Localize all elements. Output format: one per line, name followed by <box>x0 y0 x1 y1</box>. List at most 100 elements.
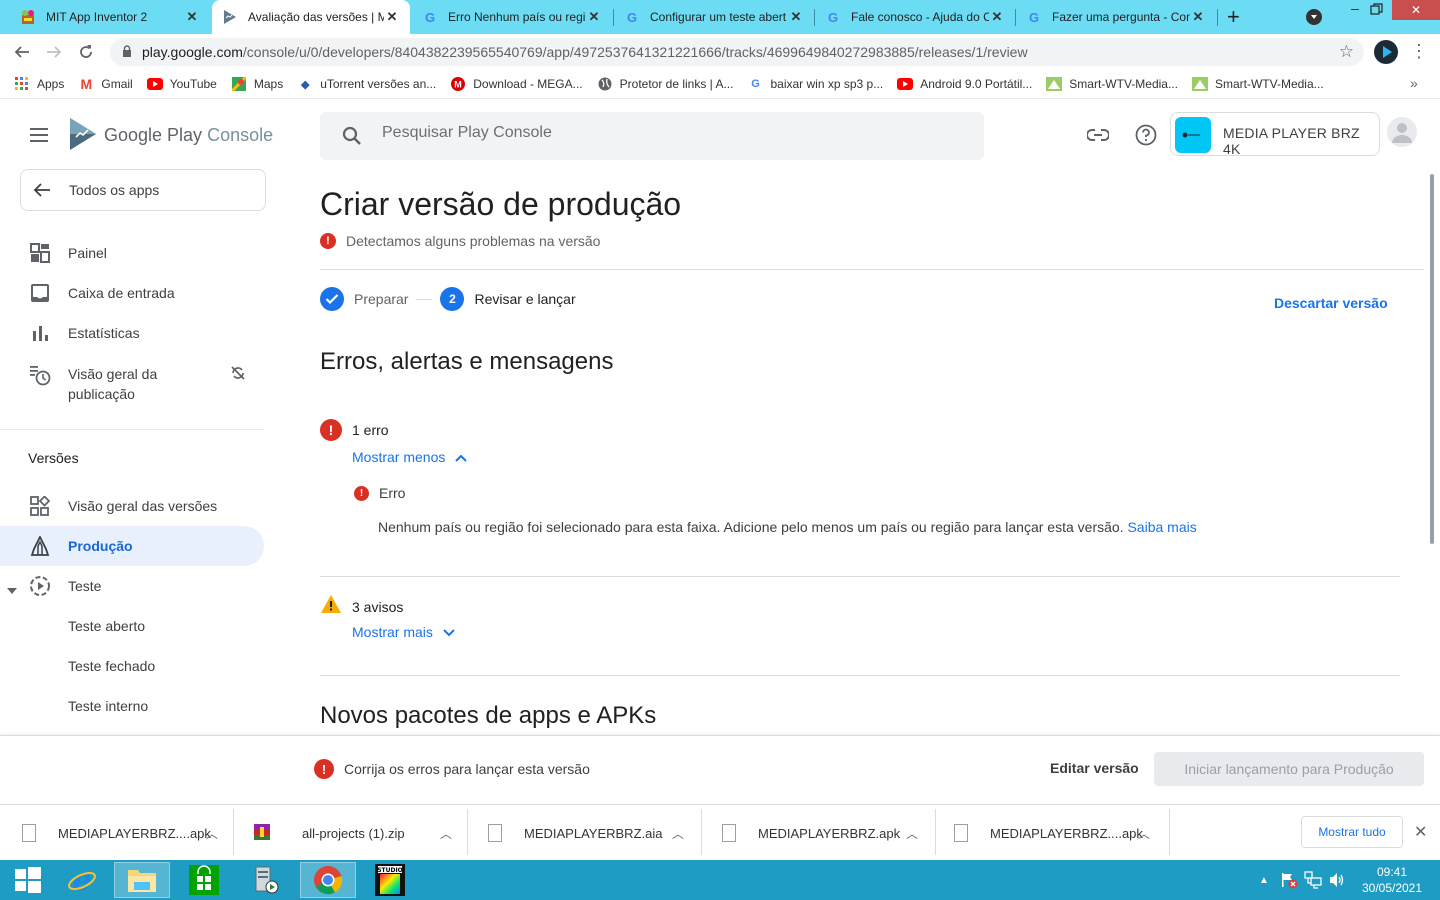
bookmark-gmail[interactable]: M Gmail <box>78 76 133 92</box>
caret-down-icon[interactable] <box>7 581 17 597</box>
chevron-up-icon[interactable]: ︿ <box>1138 825 1150 842</box>
problem-notice: ! Detectamos alguns problemas na versão <box>320 233 600 249</box>
sidebar-item-inbox[interactable]: Caixa de entrada <box>0 273 264 313</box>
download-item[interactable]: MEDIAPLAYERBRZ.aia ︿ <box>468 805 702 861</box>
close-tab-icon[interactable]: ✕ <box>788 9 804 25</box>
sidebar-item-testing[interactable]: Teste <box>0 566 264 606</box>
sidebar-item-open-testing[interactable]: Teste aberto <box>0 606 264 646</box>
bookmark-mega[interactable]: M Download - MEGA... <box>450 76 583 92</box>
winrar-icon <box>254 823 270 843</box>
edit-release-button[interactable]: Editar versão <box>1050 760 1139 776</box>
download-item[interactable]: all-projects (1).zip ︿ <box>234 805 468 861</box>
bookmark-youtube[interactable]: YouTube <box>146 76 217 92</box>
page-scrollbar[interactable] <box>1430 174 1434 544</box>
close-tab-icon[interactable]: ✕ <box>989 9 1005 25</box>
close-downloads-icon[interactable]: ✕ <box>1414 822 1427 842</box>
bookmark-star-icon[interactable]: ☆ <box>1339 42 1354 62</box>
sidebar-item-publishing-overview[interactable]: Visão geral da publicação <box>0 353 264 413</box>
bookmark-label: baixar win xp sp3 p... <box>770 77 884 91</box>
close-tab-icon[interactable]: ✕ <box>586 9 602 25</box>
browser-tab[interactable]: G Configurar um teste abert ✕ <box>614 0 814 34</box>
learn-more-link[interactable]: Saiba mais <box>1127 519 1196 535</box>
sidebar-item-dashboard[interactable]: Painel <box>0 233 264 273</box>
back-button[interactable] <box>11 41 33 63</box>
bookmark-utorrent[interactable]: ◆ uTorrent versões an... <box>297 76 436 92</box>
download-item[interactable]: MEDIAPLAYERBRZ.apk ︿ <box>702 805 936 861</box>
bookmark-android[interactable]: Android 9.0 Portátil... <box>897 76 1032 92</box>
browser-tab[interactable]: G Fazer uma pergunta - Con ✕ <box>1016 0 1216 34</box>
download-item[interactable]: MEDIAPLAYERBRZ....apk ︿ <box>936 805 1170 861</box>
bookmark-baixar[interactable]: G baixar win xp sp3 p... <box>747 76 883 92</box>
download-separator <box>1169 809 1170 855</box>
reload-button[interactable] <box>75 41 97 63</box>
bookmark-maps[interactable]: Maps <box>231 76 283 92</box>
chrome-taskbar-icon[interactable] <box>300 862 356 898</box>
new-tab-button[interactable]: + <box>1227 4 1240 30</box>
forward-button[interactable] <box>43 41 65 63</box>
windows-start-icon[interactable] <box>0 862 56 898</box>
download-item[interactable]: MEDIAPLAYERBRZ....apk ︿ <box>0 805 234 861</box>
close-tab-icon[interactable]: ✕ <box>184 9 200 25</box>
sidebar-item-statistics[interactable]: Estatísticas <box>0 313 264 353</box>
tab-separator <box>1217 9 1218 26</box>
dashboard-icon <box>28 241 52 265</box>
file-explorer-icon[interactable] <box>114 862 170 898</box>
error-message: Nenhum país ou região foi selecionado pa… <box>378 519 1197 535</box>
step-number-badge: 2 <box>440 287 465 311</box>
bookmark-protetor[interactable]: Protetor de links | A... <box>597 76 733 92</box>
sidebar-item-closed-testing[interactable]: Teste fechado <box>0 646 264 686</box>
video-studio-icon[interactable]: STUDIO <box>362 862 418 898</box>
minimize-window-button[interactable]: ‒ <box>1340 0 1370 20</box>
step-prepare-label: Preparar <box>354 291 409 307</box>
sidebar-item-label: Produção <box>68 538 133 554</box>
all-apps-button[interactable]: Todos os apps <box>20 169 266 211</box>
action-center-flag-icon[interactable] <box>1280 871 1298 894</box>
network-icon[interactable] <box>1304 871 1322 894</box>
close-window-button[interactable]: ✕ <box>1392 0 1440 20</box>
chevron-up-icon[interactable]: ︿ <box>440 825 452 842</box>
address-bar[interactable]: play.google.com/console/u/0/developers/8… <box>110 38 1364 66</box>
server-media-icon[interactable] <box>238 862 294 898</box>
extension-play-icon[interactable] <box>1374 40 1398 64</box>
bookmark-smart-wtv[interactable]: Smart-WTV-Media... <box>1046 76 1178 92</box>
show-all-downloads-button[interactable]: Mostrar tudo <box>1301 816 1403 848</box>
bookmark-smart-wtv[interactable]: Smart-WTV-Media... <box>1191 76 1324 92</box>
taskbar-clock[interactable]: 09:41 30/05/2021 <box>1356 864 1428 896</box>
chevron-up-icon[interactable]: ︿ <box>906 825 918 842</box>
browser-tab[interactable]: G Fale conosco - Ajuda do C ✕ <box>815 0 1015 34</box>
start-rollout-button[interactable]: Iniciar lançamento para Produção <box>1154 752 1424 786</box>
more-bookmarks-button[interactable]: » <box>1410 75 1418 91</box>
sidebar-item-releases-overview[interactable]: Visão geral das versões <box>0 486 264 526</box>
windows-store-icon[interactable] <box>176 862 232 898</box>
chevron-up-icon[interactable]: ︿ <box>206 825 218 842</box>
volume-icon[interactable] <box>1328 871 1346 894</box>
sidebar-item-production[interactable]: Produção <box>0 526 264 566</box>
step-connector <box>416 298 433 300</box>
show-less-toggle[interactable]: Mostrar menos <box>352 449 468 465</box>
show-hidden-icons-button[interactable]: ▲ <box>1259 875 1269 886</box>
close-tab-icon[interactable]: ✕ <box>384 9 400 25</box>
close-tab-icon[interactable]: ✕ <box>1190 9 1206 25</box>
warning-summary: 3 avisos <box>320 594 403 619</box>
production-icon <box>28 534 52 558</box>
bookmark-label: Smart-WTV-Media... <box>1069 77 1178 91</box>
sidebar-item-internal-testing[interactable]: Teste interno <box>0 686 264 726</box>
bookmark-apps[interactable]: Apps <box>14 76 64 92</box>
google-icon: G <box>751 78 760 90</box>
mega-icon: M <box>450 76 466 92</box>
browser-tab[interactable]: G Erro Nenhum país ou regi ✕ <box>412 0 612 34</box>
section-title-errors: Erros, alertas e mensagens <box>320 348 614 375</box>
clock-time: 09:41 <box>1376 865 1408 879</box>
chevron-up-icon[interactable]: ︿ <box>672 825 684 842</box>
url-path: /console/u/0/developers/8404382239565540… <box>242 44 1028 60</box>
internet-explorer-icon[interactable]: e <box>54 862 110 898</box>
browser-tab-active[interactable]: Avaliação das versões | MI ✕ <box>212 0 410 34</box>
bookmark-label: Download - MEGA... <box>473 77 583 91</box>
browser-tab[interactable]: MIT App Inventor 2 ✕ <box>10 0 210 34</box>
tab-search-icon[interactable] <box>1306 9 1322 25</box>
restore-window-button[interactable] <box>1370 2 1386 16</box>
discard-release-button[interactable]: Descartar versão <box>1274 295 1388 311</box>
browser-menu-icon[interactable]: ⋮ <box>1410 40 1428 64</box>
bookmark-label: Gmail <box>101 77 133 91</box>
show-more-toggle[interactable]: Mostrar mais <box>352 624 455 640</box>
